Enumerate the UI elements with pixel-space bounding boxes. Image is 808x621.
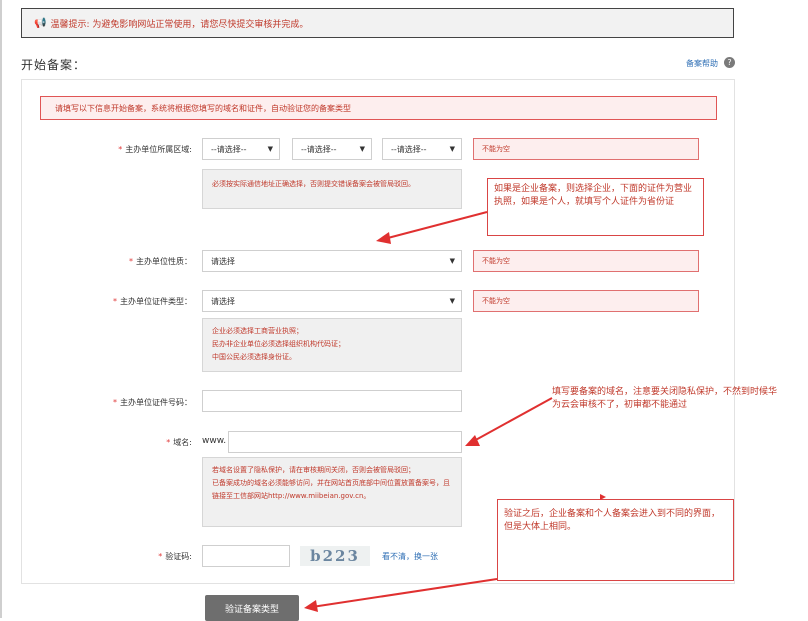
nature-error: 不能为空	[473, 250, 699, 272]
cert-type-select[interactable]: 请选择 ▼	[202, 290, 462, 312]
page-title: 开始备案：	[21, 58, 87, 72]
verify-type-button[interactable]: 验证备案类型	[205, 595, 299, 621]
cert-no-input[interactable]	[202, 390, 462, 412]
domain-hint: 若域名设置了隐私保护，请在审核期间关闭，否则会被管局驳回； 已备案成功的域名必须…	[202, 457, 462, 527]
annotation-note-1: 如果是企业备案，则选择企业，下面的证件为营业执照，如果是个人，就填写个人证件为省…	[487, 178, 704, 236]
city-select[interactable]: --请选择-- ▼	[292, 138, 372, 160]
chevron-down-icon: ▼	[449, 145, 455, 153]
help-link[interactable]: 备案帮助	[686, 58, 718, 69]
cert-type-label: * 主办单位证件类型：	[113, 297, 192, 306]
captcha-image[interactable]: b223	[300, 546, 370, 566]
domain-prefix: www.	[202, 436, 227, 446]
nature-label: * 主办单位性质：	[129, 257, 192, 266]
province-select[interactable]: --请选择-- ▼	[202, 138, 280, 160]
region-hint: 必须按实际通信地址正确选择，否则提交错误备案会被管局驳回。	[202, 169, 462, 209]
captcha-input[interactable]	[202, 545, 290, 567]
hint-line: 已备案成功的域名必须能够访问，并在网站首页底部中间位置放置备案号，且链接至工信部…	[212, 479, 450, 500]
region-error: 不能为空	[473, 138, 699, 160]
chevron-down-icon: ▼	[449, 257, 455, 265]
cert-type-hint: 企业必须选择工商营业执照； 民办非企业单位必须选择组织机构代码证； 中国公民必须…	[202, 318, 462, 372]
domain-input[interactable]	[228, 431, 462, 453]
nature-select[interactable]: 请选择 ▼	[202, 250, 462, 272]
hint-line: 企业必须选择工商营业执照；	[212, 327, 303, 335]
chevron-down-icon: ▼	[449, 297, 455, 305]
notice-text: 温馨提示: 为避免影响网站正常使用，请您尽快提交审核并完成。	[50, 19, 309, 30]
hint-line: 中国公民必须选择身份证。	[212, 353, 296, 361]
speaker-icon: 📢	[34, 17, 47, 29]
hint-line: 民办非企业单位必须选择组织机构代码证；	[212, 340, 345, 348]
notice-bar: 📢 温馨提示: 为避免影响网站正常使用，请您尽快提交审核并完成。	[21, 8, 734, 38]
annotation-note-2: 填写要备案的域名，注意要关闭隐私保护，不然到时候华为云会审核不了，初审都不能通过	[552, 387, 778, 410]
help-icon[interactable]: ?	[724, 57, 735, 68]
annotation-note-3: 验证之后，企业备案和个人备案会进入到不同的界面，但是大体上相同。	[497, 499, 734, 581]
hint-line: 若域名设置了隐私保护，请在审核期间关闭，否则会被管局驳回；	[212, 466, 415, 474]
district-select[interactable]: --请选择-- ▼	[382, 138, 462, 160]
region-label: * 主办单位所属区域:	[118, 145, 192, 154]
left-border	[0, 0, 2, 618]
arrow-3-head	[304, 600, 318, 612]
refresh-captcha-link[interactable]: 看不清，换一张	[382, 551, 438, 562]
cert-type-error: 不能为空	[473, 290, 699, 312]
chevron-down-icon: ▼	[359, 145, 365, 153]
domain-label: * 域名:	[166, 438, 192, 447]
captcha-label: * 验证码:	[158, 552, 192, 561]
cert-no-label: * 主办单位证件号码：	[113, 398, 192, 407]
info-alert: 请填写以下信息开始备案，系统将根据您填写的域名和证件，自动验证您的备案类型	[40, 96, 717, 120]
chevron-down-icon: ▼	[267, 145, 273, 153]
